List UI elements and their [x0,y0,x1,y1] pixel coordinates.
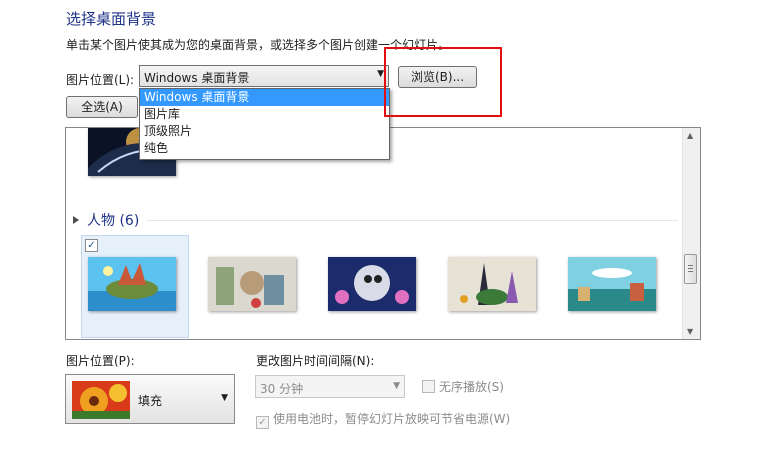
shuffle-checkbox[interactable]: 无序播放(S) [422,378,504,395]
thumbnail-people-1[interactable] [88,257,176,311]
fill-preview-icon [72,381,130,419]
scroll-up-icon[interactable]: ▲ [687,131,693,140]
thumbnail-people-2[interactable] [208,257,296,311]
battery-checkbox[interactable]: ✓ 使用电池时，暂停幻灯片放映可节省电源(W) [256,410,510,429]
chevron-down-icon: ▼ [393,381,400,391]
location-combobox[interactable]: Windows 桌面背景 ▼ [139,65,389,87]
checkbox-box[interactable]: ✓ [256,416,269,429]
interval-dropdown[interactable]: 30 分钟 ▼ [255,375,405,398]
thumbnail-people-5[interactable] [568,257,656,311]
thumbnail-checkbox[interactable]: ✓ [85,239,98,252]
position-value: 填充 [138,394,163,408]
group-title: 人物 (6) [87,213,140,229]
dropdown-option-top-rated[interactable]: 顶级照片 [140,123,389,140]
page-title: 选择桌面背景 [66,10,157,28]
vertical-scrollbar[interactable]: ▲ ▼ [682,128,700,339]
battery-label: 使用电池时，暂停幻灯片放映可节省电源(W) [273,412,511,426]
select-all-button[interactable]: 全选(A) [66,96,138,118]
group-header-people[interactable]: 人物 (6) [72,212,678,229]
location-dropdown-list[interactable]: Windows 桌面背景 图片库 顶级照片 纯色 [139,88,390,160]
collapse-triangle-icon[interactable] [73,216,79,224]
dropdown-option-windows[interactable]: Windows 桌面背景 [140,89,389,106]
location-label: 图片位置(L): [66,73,135,87]
checkbox-box[interactable] [422,380,435,393]
dropdown-option-solid-color[interactable]: 纯色 [140,140,389,157]
thumbnail-people-4[interactable] [448,257,536,311]
annotation-highlight-box [384,47,502,117]
shuffle-label: 无序播放(S) [439,380,504,394]
position-label: 图片位置(P): [66,354,135,368]
chevron-down-icon: ▼ [221,393,228,403]
interval-label: 更改图片时间间隔(N): [256,354,375,368]
scroll-down-icon[interactable]: ▼ [687,327,693,336]
dropdown-option-library[interactable]: 图片库 [140,106,389,123]
chevron-down-icon: ▼ [377,69,384,79]
interval-value: 30 分钟 [260,382,304,396]
location-value: Windows 桌面背景 [144,71,250,85]
group-divider [147,220,678,221]
position-dropdown[interactable]: 填充 ▼ [65,374,235,424]
scrollbar-thumb[interactable] [684,254,697,284]
thumbnail-people-3[interactable] [328,257,416,311]
